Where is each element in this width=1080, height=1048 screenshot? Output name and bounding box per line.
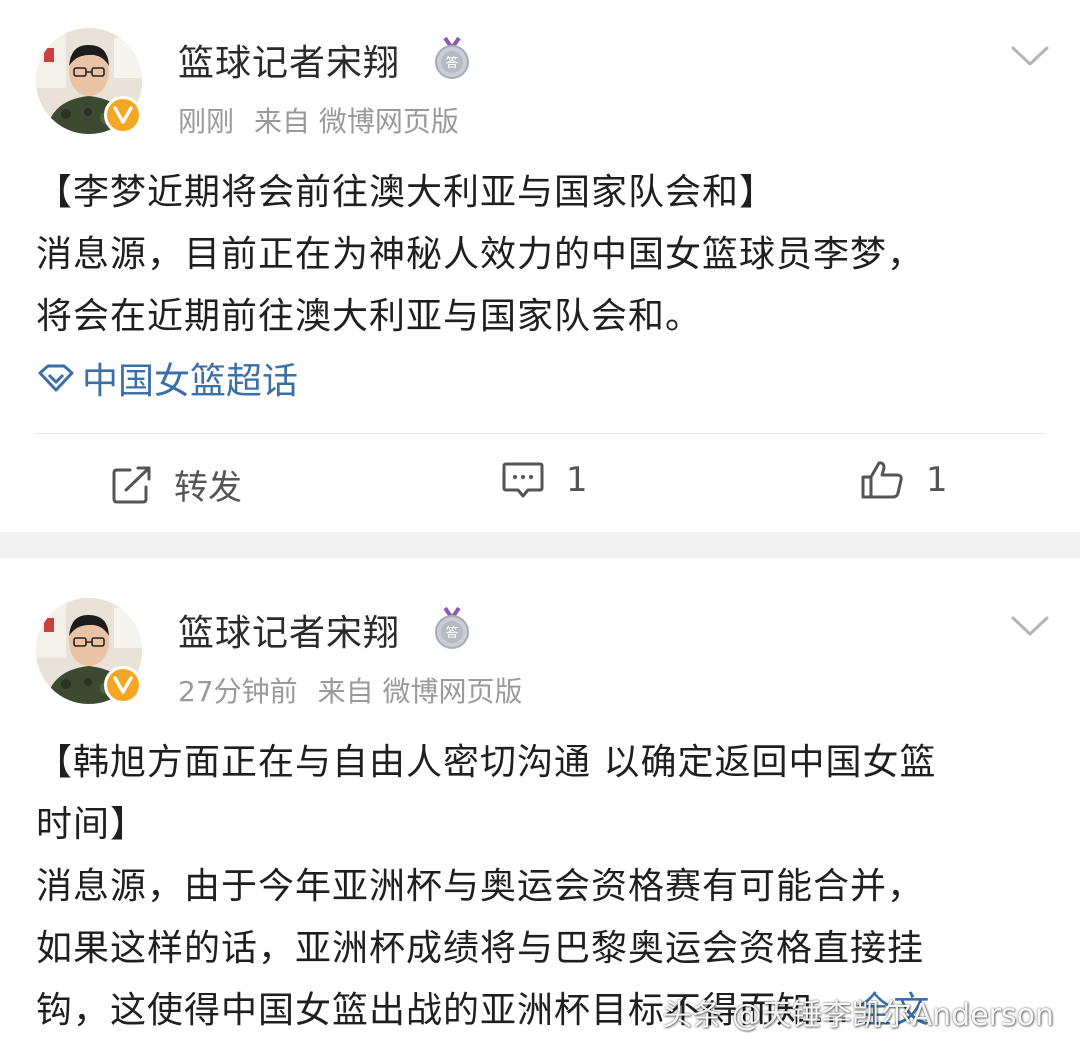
username[interactable]: 篮球记者宋翔: [178, 34, 400, 86]
weibo-post: 篮球记者宋翔 答 27分钟前 来自 微博网页版 【韩旭方面正在与自由人密切沟通 以…: [0, 558, 1080, 1048]
comment-icon: [502, 462, 544, 498]
svg-text:答: 答: [445, 55, 458, 71]
post-source[interactable]: 来自 微博网页版: [254, 105, 459, 138]
comment-count: 1: [566, 460, 588, 500]
feed-separator: [0, 532, 1080, 558]
post-meta: 27分钟前 来自 微博网页版: [178, 670, 543, 710]
svg-text:答: 答: [445, 625, 458, 641]
like-count: 1: [926, 460, 948, 500]
post-headline: 【韩旭方面正在与自由人密切沟通 以确定返回中国女篮: [36, 742, 937, 783]
post-time: 27分钟前: [178, 675, 298, 708]
repost-button[interactable]: 转发: [112, 460, 242, 509]
post-meta: 刚刚 来自 微博网页版: [178, 100, 479, 140]
chevron-down-icon[interactable]: [1010, 44, 1050, 68]
post-source[interactable]: 来自 微博网页版: [318, 675, 523, 708]
post-text-line: 消息源，目前正在为神秘人效力的中国女篮球员李梦，: [36, 234, 925, 275]
chevron-down-icon[interactable]: [1010, 614, 1050, 638]
username[interactable]: 篮球记者宋翔: [178, 604, 400, 656]
verified-badge-icon: [104, 96, 142, 134]
watermark: 头条 @天锤李凯尔Anderson: [662, 998, 1054, 1033]
post-headline: 【李梦近期将会前往澳大利亚与国家队会和】: [36, 172, 777, 213]
post-text-line: 如果这样的话，亚洲杯成绩将与巴黎奥运会资格直接挂: [36, 928, 925, 969]
verified-badge-icon: [104, 666, 142, 704]
super-topic-label: 中国女篮超话: [82, 361, 299, 402]
weibo-post: 篮球记者宋翔 答 刚刚 来自 微博网页版 【李梦近期将会前往澳大利亚与国家队会和】…: [0, 0, 1080, 532]
like-button[interactable]: 1: [860, 460, 948, 500]
diamond-icon: [38, 364, 74, 392]
post-content: 【李梦近期将会前往澳大利亚与国家队会和】 消息源，目前正在为神秘人效力的中国女篮…: [36, 162, 1046, 348]
thumbs-up-icon: [861, 461, 903, 499]
post-headline: 时间】: [36, 804, 148, 845]
post-time: 刚刚: [178, 105, 235, 138]
medal-icon: 答: [435, 36, 469, 79]
divider: [34, 433, 1046, 434]
comment-button[interactable]: 1: [502, 460, 588, 500]
super-topic-link[interactable]: 中国女篮超话: [36, 352, 298, 404]
repost-label: 转发: [174, 468, 242, 508]
medal-icon: 答: [435, 606, 469, 649]
post-text-line: 将会在近期前往澳大利亚与国家队会和。: [36, 296, 703, 337]
repost-icon: [112, 466, 151, 503]
post-text-line: 消息源，由于今年亚洲杯与奥运会资格赛有可能合并，: [36, 866, 925, 907]
